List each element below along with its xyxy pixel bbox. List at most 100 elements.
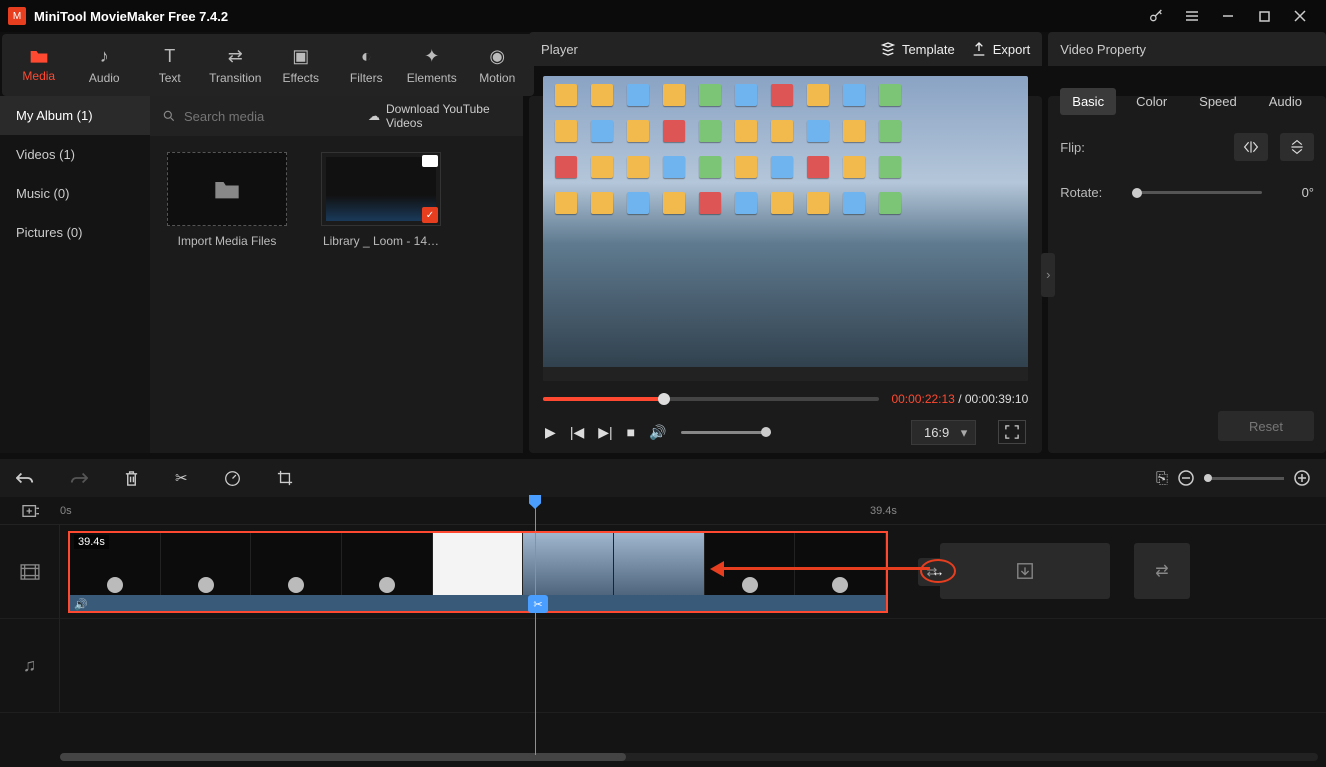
undo-button[interactable] (16, 471, 34, 485)
property-panel: Video Property › Basic Color Speed Audio… (1048, 96, 1326, 453)
motion-icon: ◉ (489, 46, 505, 67)
tab-label: Motion (479, 71, 515, 85)
media-clip-tile[interactable]: ✓ Library _ Loom - 14… (316, 152, 446, 248)
tab-transition[interactable]: ⇄ Transition (203, 34, 269, 96)
scrub-slider[interactable]: 00:00:22:13 / 00:00:39:10 (543, 391, 1028, 407)
audio-track-icon: ♫ (0, 619, 60, 712)
search-input[interactable] (184, 109, 360, 124)
transition-drop-slot[interactable]: ⇄ (1134, 543, 1190, 599)
media-content: ☁ Download YouTube Videos Import Media F… (150, 96, 523, 453)
download-youtube-label: Download YouTube Videos (386, 102, 511, 130)
zoom-out-button[interactable] (1178, 470, 1194, 486)
annotation-drag-handle-icon: ↔ (920, 559, 956, 583)
aspect-ratio-select[interactable]: 16:9 (911, 420, 976, 445)
maximize-button[interactable] (1246, 0, 1282, 32)
cloud-download-icon: ☁ (368, 109, 380, 123)
video-preview[interactable] (543, 76, 1028, 381)
next-frame-button[interactable]: ▶| (598, 424, 612, 441)
title-bar: M MiniTool MovieMaker Free 7.4.2 (0, 0, 1326, 32)
text-icon: T (164, 46, 175, 67)
tab-label: Filters (350, 71, 383, 85)
crop-button[interactable] (277, 470, 293, 486)
flip-vertical-button[interactable] (1280, 133, 1314, 161)
sidebar-item-music[interactable]: Music (0) (0, 174, 150, 213)
ruler-mark-end: 39.4s (870, 505, 897, 517)
tab-filters[interactable]: ◐ Filters (334, 34, 400, 96)
download-youtube-link[interactable]: ☁ Download YouTube Videos (368, 102, 511, 130)
prop-tab-basic[interactable]: Basic (1060, 88, 1116, 115)
app-title: MiniTool MovieMaker Free 7.4.2 (34, 9, 228, 24)
zoom-in-button[interactable] (1294, 470, 1310, 486)
tab-motion[interactable]: ◉ Motion (465, 34, 531, 96)
drop-slot[interactable] (940, 543, 1110, 599)
split-button[interactable]: ✂ (175, 469, 188, 487)
video-track-row: 39.4s 🔊 ⇄ ↔ (0, 525, 1326, 619)
volume-icon[interactable]: 🔊 (649, 424, 666, 441)
clip-audio-icon: 🔊 (74, 598, 88, 611)
zoom-slider[interactable] (1204, 477, 1284, 480)
clip-caption: Library _ Loom - 14… (316, 234, 446, 248)
tab-audio[interactable]: ♪ Audio (72, 34, 138, 96)
prop-tab-audio[interactable]: Audio (1257, 88, 1314, 115)
rotate-value: 0° (1274, 185, 1314, 200)
prev-frame-button[interactable]: |◀ (570, 424, 584, 441)
template-icon (880, 41, 896, 57)
split-marker-icon[interactable]: ✂ (528, 595, 548, 613)
template-button[interactable]: Template (880, 41, 955, 57)
transition-icon: ⇄ (228, 46, 243, 67)
tab-media[interactable]: Media (6, 34, 72, 96)
speed-button[interactable] (224, 470, 241, 487)
reset-button[interactable]: Reset (1218, 411, 1314, 441)
import-folder-icon (167, 152, 287, 226)
playhead[interactable] (535, 497, 536, 755)
import-media-label: Import Media Files (162, 234, 292, 248)
folder-icon (29, 47, 49, 65)
fullscreen-button[interactable] (998, 420, 1026, 444)
player-label: Player (541, 42, 578, 57)
tab-text[interactable]: T Text (137, 34, 203, 96)
hamburger-menu-icon[interactable] (1174, 0, 1210, 32)
tab-effects[interactable]: ▣ Effects (268, 34, 334, 96)
video-type-icon (422, 155, 438, 167)
rotate-slider[interactable] (1132, 191, 1262, 194)
collapse-panel-button[interactable]: › (1041, 253, 1055, 297)
flip-horizontal-button[interactable] (1234, 133, 1268, 161)
timeline-ruler[interactable]: 0s 39.4s (0, 497, 1326, 525)
sidebar-item-myalbum[interactable]: My Album (1) (0, 96, 150, 135)
fit-timeline-button[interactable]: ⎘ (1156, 470, 1168, 487)
timeline: 0s 39.4s 39.4s (0, 497, 1326, 767)
import-media-tile[interactable]: Import Media Files (162, 152, 292, 248)
upgrade-key-icon[interactable] (1138, 0, 1174, 32)
play-button[interactable]: ▶ (545, 424, 556, 441)
effects-icon: ▣ (292, 46, 309, 67)
delete-button[interactable] (124, 470, 139, 487)
sidebar-item-videos[interactable]: Videos (1) (0, 135, 150, 174)
prop-tab-color[interactable]: Color (1124, 88, 1179, 115)
tab-label: Media (22, 69, 55, 83)
clip-thumbnail: ✓ (321, 152, 441, 226)
volume-slider[interactable] (681, 431, 771, 434)
redo-button[interactable] (70, 471, 88, 485)
export-icon (971, 41, 987, 57)
video-clip[interactable]: 39.4s 🔊 (68, 531, 888, 613)
export-button[interactable]: Export (971, 41, 1031, 57)
search-icon (162, 109, 176, 123)
current-time: 00:00:22:13 (891, 392, 954, 406)
close-button[interactable] (1282, 0, 1318, 32)
minimize-button[interactable] (1210, 0, 1246, 32)
video-track-icon (0, 525, 60, 618)
add-track-button[interactable] (22, 503, 40, 519)
ruler-mark-0: 0s (60, 505, 72, 517)
prop-tab-speed[interactable]: Speed (1187, 88, 1249, 115)
music-icon: ♪ (100, 46, 109, 67)
export-label: Export (993, 42, 1031, 57)
sidebar-item-pictures[interactable]: Pictures (0) (0, 213, 150, 252)
timeline-toolbar: ✂ ⎘ (0, 459, 1326, 497)
timeline-horizontal-scrollbar[interactable] (60, 753, 1318, 761)
filters-icon: ◐ (361, 46, 372, 67)
tab-elements[interactable]: ✦ Elements (399, 34, 465, 96)
elements-icon: ✦ (424, 46, 439, 67)
clip-duration-badge: 39.4s (74, 535, 109, 549)
selected-check-icon: ✓ (422, 207, 438, 223)
stop-button[interactable]: ■ (627, 424, 635, 440)
